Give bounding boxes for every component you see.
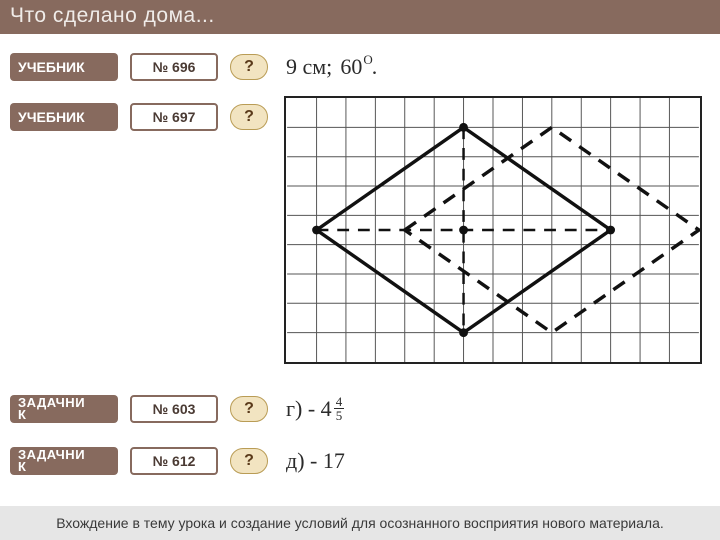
source-label-line1: ЗАДАЧНИ xyxy=(18,449,85,461)
hw-row-612: ЗАДАЧНИ К № 612 ? д) - 17 xyxy=(10,444,345,478)
source-chip: ЗАДАЧНИ К xyxy=(10,395,118,423)
answer-prefix: г) - 4 xyxy=(286,396,332,422)
source-chip: УЧЕБНИК xyxy=(10,53,118,81)
question-pill[interactable]: ? xyxy=(230,448,268,474)
exercise-number: № 612 xyxy=(153,453,196,469)
question-mark: ? xyxy=(244,58,254,76)
hw-row-603: ЗАДАЧНИ К № 603 ? г) - 4 4 5 xyxy=(10,392,344,426)
footer-text: Вхождение в тему урока и создание услови… xyxy=(56,515,664,531)
exercise-number: № 603 xyxy=(153,401,196,417)
answer-deg: 60 xyxy=(340,54,362,80)
number-chip: № 603 xyxy=(130,395,218,423)
exercise-number: № 696 xyxy=(153,59,196,75)
number-chip: № 697 xyxy=(130,103,218,131)
source-chip: УЧЕБНИК xyxy=(10,103,118,131)
hw-row-696: УЧЕБНИК № 696 ? 9 см; 60O. xyxy=(10,50,377,84)
number-chip: № 612 xyxy=(130,447,218,475)
page-title: Что сделано дома... xyxy=(10,4,215,27)
diagram-svg xyxy=(286,98,700,362)
number-chip: № 696 xyxy=(130,53,218,81)
question-pill[interactable]: ? xyxy=(230,396,268,422)
hw-row-697: УЧЕБНИК № 697 ? xyxy=(10,100,286,134)
question-mark: ? xyxy=(244,108,254,126)
source-label: УЧЕБНИК xyxy=(18,59,85,75)
degree-symbol: O xyxy=(363,52,372,68)
question-mark: ? xyxy=(244,400,254,418)
answer-603: г) - 4 4 5 xyxy=(286,396,344,423)
exercise-number: № 697 xyxy=(153,109,196,125)
answer-696: 9 см; 60O. xyxy=(286,54,377,80)
answer-cm: 9 см; xyxy=(286,54,332,80)
source-label-line2: К xyxy=(18,461,85,473)
rhombus-diagram xyxy=(284,96,702,364)
footer-bar: Вхождение в тему урока и создание услови… xyxy=(0,506,720,540)
source-label-line1: ЗАДАЧНИ xyxy=(18,397,85,409)
source-label: УЧЕБНИК xyxy=(18,109,85,125)
source-label-line2: К xyxy=(18,409,85,421)
fraction-denominator: 5 xyxy=(334,409,345,422)
answer-612: д) - 17 xyxy=(286,448,345,474)
question-pill[interactable]: ? xyxy=(230,104,268,130)
answer-text: д) - 17 xyxy=(286,448,345,474)
fraction: 4 5 xyxy=(334,395,345,422)
title-bar: Что сделано дома... xyxy=(0,0,720,34)
source-chip: ЗАДАЧНИ К xyxy=(10,447,118,475)
question-mark: ? xyxy=(244,452,254,470)
fraction-numerator: 4 xyxy=(334,395,345,409)
question-pill[interactable]: ? xyxy=(230,54,268,80)
